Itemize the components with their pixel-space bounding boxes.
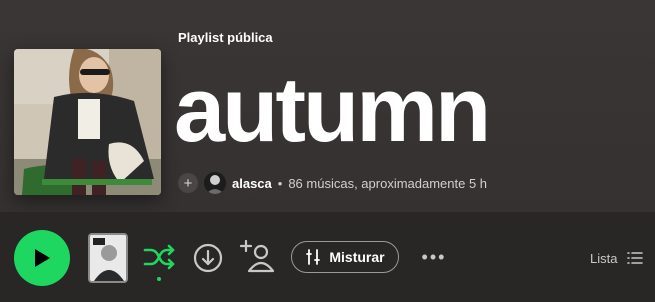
action-bar: Misturar ••• Lista xyxy=(0,212,655,302)
view-toggle[interactable]: Lista xyxy=(590,248,644,268)
owner-avatar[interactable] xyxy=(204,172,226,194)
owner-name[interactable]: alasca xyxy=(232,176,272,191)
shuffle-active-dot xyxy=(157,277,161,281)
playlist-cover-image[interactable] xyxy=(14,49,161,195)
preview-thumbnail[interactable] xyxy=(88,233,128,283)
view-label: Lista xyxy=(590,250,618,266)
mix-button[interactable]: Misturar xyxy=(291,241,399,273)
sliders-icon xyxy=(306,249,321,265)
play-button[interactable] xyxy=(14,230,70,286)
playlist-header: Playlist pública autumn + alasca • 86 mú… xyxy=(0,0,655,212)
list-icon xyxy=(627,252,644,264)
playlist-meta: + alasca • 86 músicas, aproximadamente 5… xyxy=(178,172,487,194)
playlist-title[interactable]: autumn xyxy=(174,55,491,165)
playlist-summary: 86 músicas, aproximadamente 5 h xyxy=(288,175,488,191)
playlist-type-label: Playlist pública xyxy=(178,30,273,45)
shuffle-icon[interactable] xyxy=(142,242,176,272)
add-user-icon[interactable] xyxy=(240,239,276,273)
plus-icon[interactable]: + xyxy=(178,173,198,193)
download-icon[interactable] xyxy=(192,242,224,274)
play-icon xyxy=(35,249,50,267)
meta-separator: • xyxy=(277,175,283,191)
more-options-button[interactable]: ••• xyxy=(418,247,450,267)
mix-button-label: Misturar xyxy=(329,249,385,265)
